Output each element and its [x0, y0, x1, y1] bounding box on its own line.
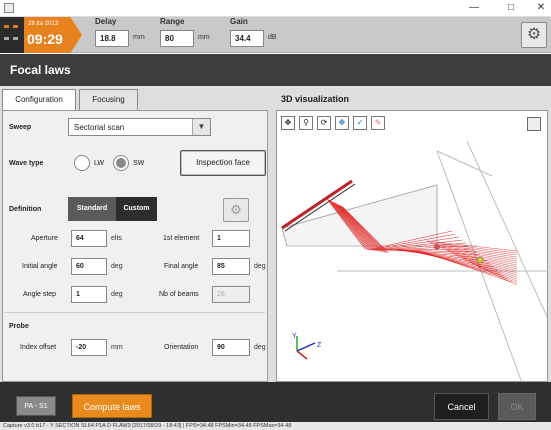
initial-angle-input[interactable]: 60	[71, 258, 107, 275]
aperture-input[interactable]: 64	[71, 230, 107, 247]
range-label: Range	[160, 17, 185, 26]
initial-angle-unit: deg	[111, 263, 123, 270]
gear-icon: ⚙	[230, 202, 242, 217]
settings-button[interactable]: ⚙	[521, 22, 547, 48]
orientation-unit: deg	[254, 344, 266, 351]
delay-unit: mm	[133, 34, 145, 41]
zoom-icon[interactable]: ⚲	[299, 116, 313, 130]
page-header: Focal laws	[0, 54, 551, 86]
chevron-down-icon: ▼	[192, 119, 210, 135]
select-icon[interactable]: ✓	[353, 116, 367, 130]
pa-s1-button[interactable]: PA - S1	[16, 396, 56, 416]
sweep-select-value: Sectorial scan	[74, 123, 125, 132]
view-cube-icon[interactable]	[527, 117, 541, 131]
probe-label: Probe	[9, 323, 29, 330]
definition-settings-button[interactable]: ⚙	[223, 198, 249, 222]
wave-sw-radio[interactable]	[113, 155, 129, 171]
fit-icon[interactable]: ✥	[281, 116, 295, 130]
nb-beams-label: Nb of beams	[159, 291, 199, 298]
focal-point-marker	[434, 244, 440, 250]
ok-button[interactable]: OK	[498, 393, 536, 420]
angle-step-label: Angle step	[23, 291, 57, 298]
index-offset-input[interactable]: -20	[71, 339, 107, 356]
definition-label: Definition	[9, 206, 42, 213]
maximize-icon[interactable]: □	[504, 2, 518, 14]
target-marker	[476, 256, 484, 264]
gear-icon: ⚙	[526, 26, 542, 43]
visualization-title: 3D visualization	[281, 94, 350, 104]
close-icon[interactable]: ✕	[534, 2, 548, 14]
axis-x-line	[296, 350, 308, 360]
status-bar: Capture v3.0 b17 - Y SECTION SL64 P1A D …	[0, 422, 551, 430]
angle-step-unit: deg	[111, 291, 123, 298]
index-offset-unit: mm	[111, 344, 123, 351]
delay-input[interactable]: 18.8	[95, 30, 129, 47]
scene-graphic: Y Z	[281, 140, 547, 381]
axis-z-label: Z	[317, 342, 322, 349]
inspection-face-button[interactable]: Inspection face	[180, 150, 266, 176]
app-icon	[4, 3, 14, 13]
top-bar: 28 Ita 2013 09:29 Delay 18.8 mm Range 80…	[0, 17, 551, 53]
sweep-select[interactable]: Sectorial scan ▼	[68, 118, 211, 136]
window-title-bar: — □ ✕	[0, 0, 551, 17]
device-icon	[0, 17, 24, 53]
visualization-canvas[interactable]: Y Z	[276, 110, 548, 382]
cancel-button[interactable]: Cancel	[434, 393, 489, 420]
orientation-input[interactable]: 90	[212, 339, 250, 356]
range-unit: mm	[198, 34, 210, 41]
wave-lw-label: LW	[94, 160, 104, 167]
final-angle-label: Final angle	[164, 263, 199, 270]
minimize-icon[interactable]: —	[467, 2, 481, 14]
axis-z-line	[296, 342, 316, 352]
date-label: 28 Ita 2013	[28, 21, 59, 27]
gain-unit: dB	[268, 34, 277, 41]
gain-input[interactable]: 34.4	[230, 30, 264, 47]
definition-standard-button[interactable]: Standard	[68, 197, 116, 221]
time-label: 09:29	[27, 31, 63, 47]
initial-angle-label: Initial angle	[22, 263, 58, 270]
wave-sw-label: SW	[133, 160, 145, 167]
erase-icon[interactable]: ✎	[371, 116, 385, 130]
rotate-icon[interactable]: ⟳	[317, 116, 331, 130]
gain-label: Gain	[230, 17, 248, 26]
angle-step-input[interactable]: 1	[71, 286, 107, 303]
axis-y-label: Y	[292, 333, 297, 340]
orientation-label: Orientation	[164, 344, 199, 351]
index-offset-label: Index offset	[20, 344, 57, 351]
pan-icon[interactable]: ✥	[335, 116, 349, 130]
aperture-label: Aperture	[31, 235, 58, 242]
nb-beams-input: 26	[212, 286, 250, 303]
aperture-unit: elts	[111, 235, 122, 242]
tab-focusing[interactable]: Focusing	[79, 89, 138, 111]
delay-label: Delay	[95, 17, 117, 26]
definition-custom-button[interactable]: Custom	[116, 197, 157, 221]
sweep-label: Sweep	[9, 124, 32, 131]
date-time-indicator: 28 Ita 2013 09:29	[24, 17, 82, 53]
section-divider	[5, 312, 265, 313]
tab-configuration[interactable]: Configuration	[2, 89, 76, 111]
final-angle-unit: deg	[254, 263, 266, 270]
final-angle-input[interactable]: 85	[212, 258, 250, 275]
compute-laws-button[interactable]: Compute laws	[72, 394, 152, 418]
page-title: Focal laws	[10, 63, 71, 77]
first-element-input[interactable]: 1	[212, 230, 250, 247]
wave-lw-radio[interactable]	[74, 155, 90, 171]
wave-type-label: Wave type	[9, 160, 44, 167]
range-input[interactable]: 80	[160, 30, 194, 47]
first-element-label: 1st element	[163, 235, 200, 242]
